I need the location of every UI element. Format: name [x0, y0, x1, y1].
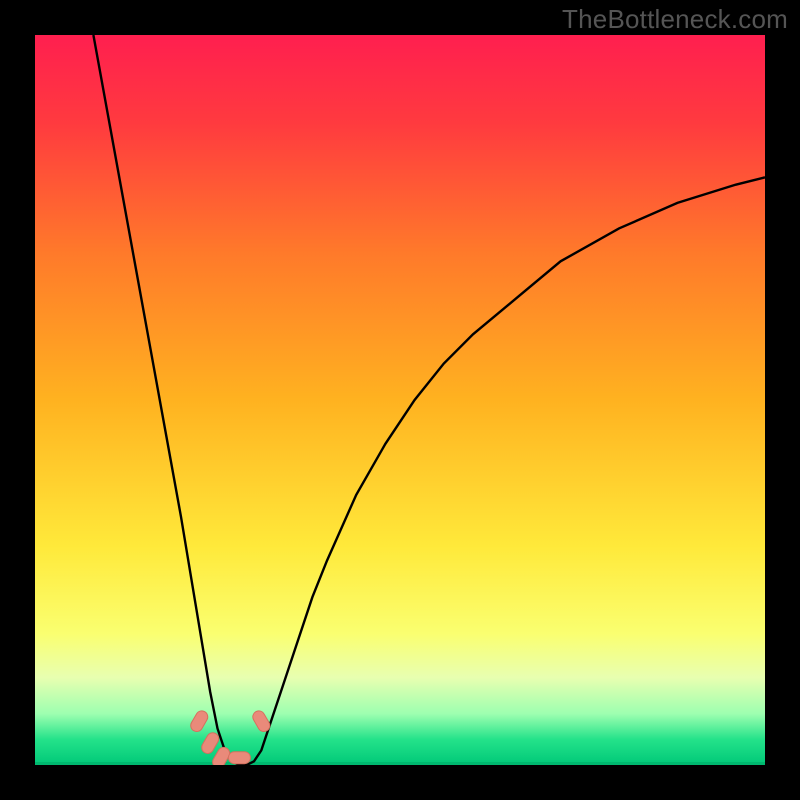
- chart-svg: [35, 35, 765, 765]
- curve-marker: [228, 752, 250, 764]
- plot-area: [35, 35, 765, 765]
- chart-frame: TheBottleneck.com: [0, 0, 800, 800]
- baseline-strip: [35, 762, 765, 765]
- attribution-label: TheBottleneck.com: [562, 4, 788, 35]
- chart-background: [35, 35, 765, 765]
